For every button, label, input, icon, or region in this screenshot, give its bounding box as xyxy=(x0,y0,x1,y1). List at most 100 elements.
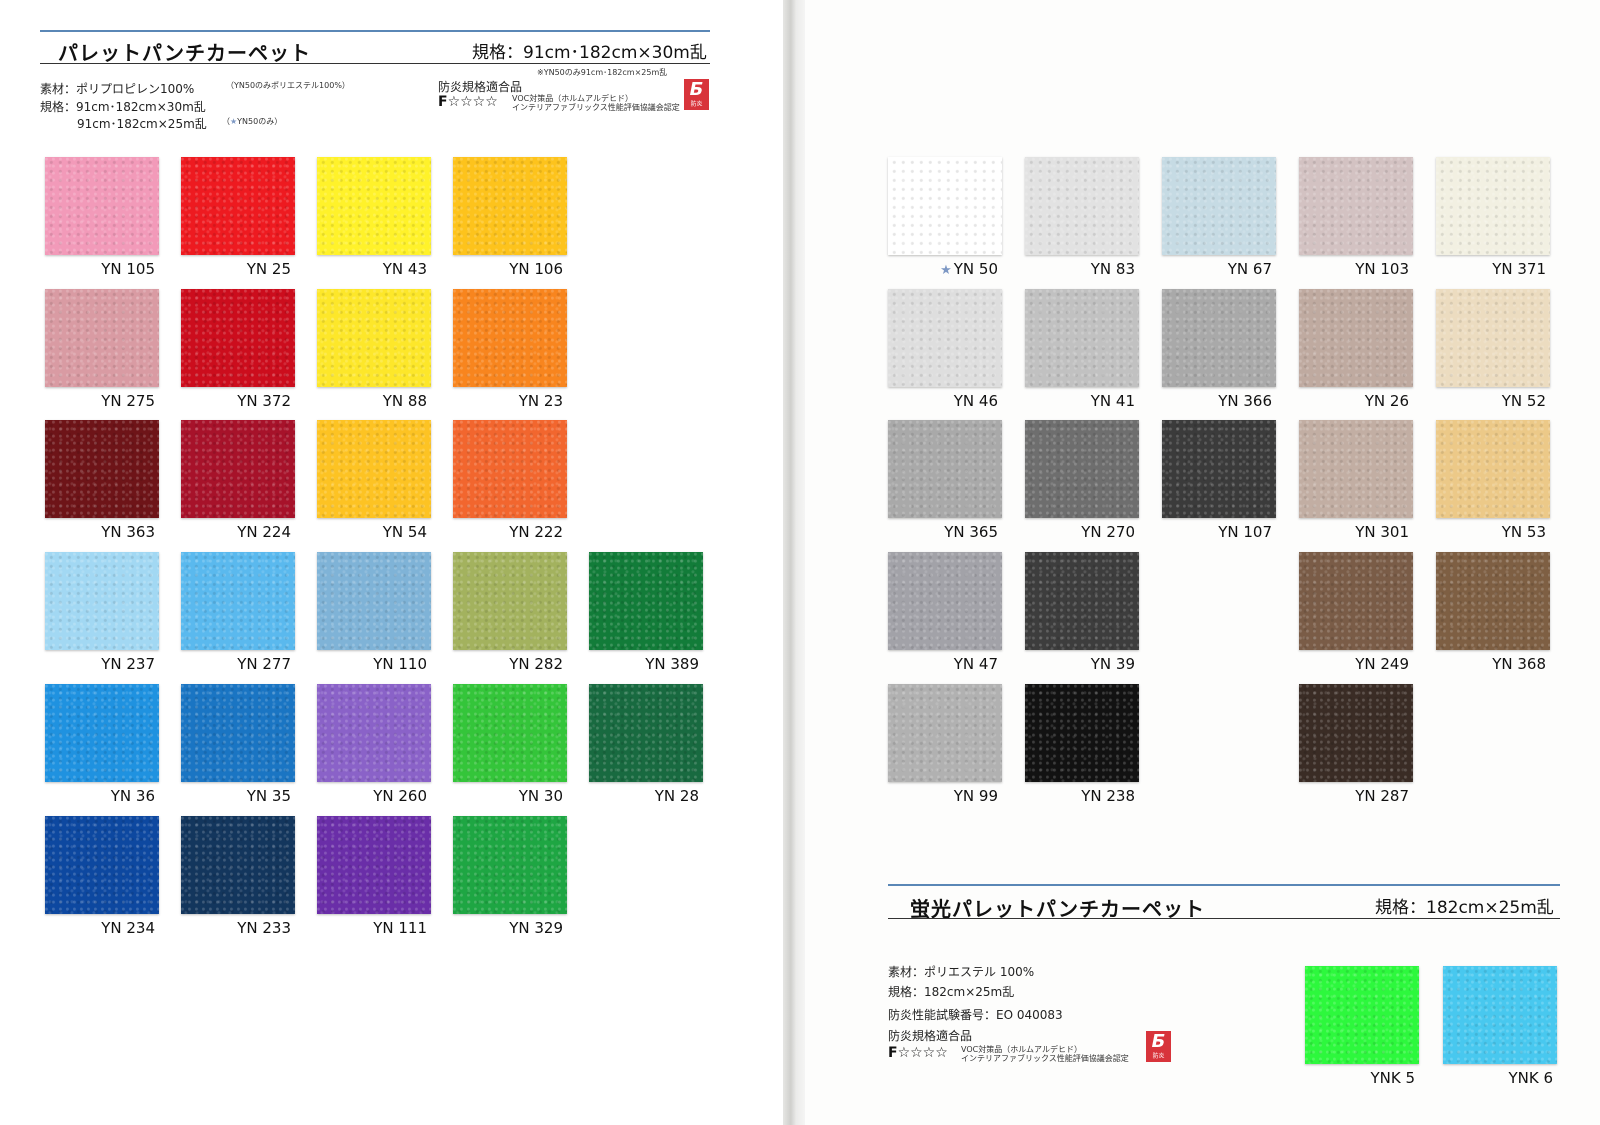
swatch-code-label: YN 35 xyxy=(161,787,291,805)
color-swatch xyxy=(1025,289,1139,387)
swatch-code-text: YN 371 xyxy=(1492,260,1546,278)
logo-caption: 防炎 xyxy=(690,101,703,108)
fire-label: 防炎規格適合品 xyxy=(438,80,523,94)
color-swatch xyxy=(1025,684,1139,782)
color-swatch xyxy=(453,289,567,387)
spec-heading: 規格：91cm･182cm×30m乱 xyxy=(472,43,707,63)
swatch-code-text: YN 28 xyxy=(654,787,699,805)
color-swatch xyxy=(1025,420,1139,518)
swatch-code-label: YN 39 xyxy=(1005,655,1135,673)
fluoro-voc-line-2: インテリアファブリックス性能評価協議会認定 xyxy=(961,1054,1129,1063)
swatch-code-label: YN 287 xyxy=(1279,787,1409,805)
swatch-code-label: YN 23 xyxy=(433,392,563,410)
color-swatch xyxy=(453,552,567,650)
color-swatch xyxy=(317,289,431,387)
swatch-code-label: YN 105 xyxy=(25,260,155,278)
color-swatch xyxy=(1299,420,1413,518)
catalog-spread: パレットパンチカーペット 規格：91cm･182cm×30m乱 ※YN50のみ9… xyxy=(0,0,1600,1125)
color-swatch xyxy=(1162,157,1276,255)
swatch-code-label: YN 25 xyxy=(161,260,291,278)
color-swatch xyxy=(1162,420,1276,518)
swatch-code-text: YNK 5 xyxy=(1370,1069,1415,1087)
size-note-rest: YN50のみ） xyxy=(237,117,283,126)
material-note: （YN50のみポリエステル100%） xyxy=(226,81,350,90)
color-swatch xyxy=(317,420,431,518)
swatch-code-text: YN 224 xyxy=(237,523,291,541)
swatch-code-text: YN 46 xyxy=(953,392,998,410)
swatch-code-label: YNK 5 xyxy=(1285,1069,1415,1087)
swatch-code-text: YN 50 xyxy=(953,260,998,278)
color-swatch xyxy=(317,157,431,255)
swatch-code-label: YN 282 xyxy=(433,655,563,673)
color-swatch xyxy=(453,684,567,782)
f-star-rating: F☆☆☆☆ xyxy=(438,94,498,110)
swatch-code-label: YN 46 xyxy=(868,392,998,410)
swatch-code-text: YN 41 xyxy=(1090,392,1135,410)
swatch-code-text: YN 83 xyxy=(1090,260,1135,278)
swatch-code-label: YN 54 xyxy=(297,523,427,541)
swatch-code-text: YN 363 xyxy=(101,523,155,541)
book-gutter xyxy=(783,0,805,1125)
color-swatch xyxy=(453,157,567,255)
swatch-code-text: YN 36 xyxy=(110,787,155,805)
swatch-code-label: YN 270 xyxy=(1005,523,1135,541)
size-line-1: 規格：91cm･182cm×30m乱 xyxy=(40,100,206,114)
swatch-code-label: YN 103 xyxy=(1279,260,1409,278)
color-swatch xyxy=(453,816,567,914)
fluoro-fire-label: 防炎規格適合品 xyxy=(888,1029,973,1043)
color-swatch xyxy=(453,420,567,518)
color-swatch xyxy=(1025,157,1139,255)
swatch-code-text: YN 372 xyxy=(237,392,291,410)
swatch-code-label: YN 277 xyxy=(161,655,291,673)
color-swatch xyxy=(45,420,159,518)
swatch-code-text: YNK 6 xyxy=(1508,1069,1553,1087)
swatch-code-label: YN 52 xyxy=(1416,392,1546,410)
swatch-code-text: YN 53 xyxy=(1501,523,1546,541)
color-swatch xyxy=(45,816,159,914)
swatch-code-text: YN 35 xyxy=(246,787,291,805)
swatch-code-text: YN 25 xyxy=(246,260,291,278)
size-note: （★YN50のみ） xyxy=(222,117,282,127)
color-swatch xyxy=(1436,552,1550,650)
fluoro-title-rule-bottom xyxy=(888,918,1560,919)
swatch-code-text: YN 23 xyxy=(518,392,563,410)
voc-line-2: インテリアファブリックス性能評価協議会認定 xyxy=(512,103,680,112)
swatch-code-text: YN 233 xyxy=(237,919,291,937)
fluoro-material: 素材：ポリエステル 100% xyxy=(888,965,1035,979)
swatch-code-label: YN 47 xyxy=(868,655,998,673)
swatch-code-label: YN 238 xyxy=(1005,787,1135,805)
swatch-code-text: YN 234 xyxy=(101,919,155,937)
color-swatch xyxy=(1299,289,1413,387)
swatch-code-label: YN 53 xyxy=(1416,523,1546,541)
swatch-code-label: YN 366 xyxy=(1142,392,1272,410)
swatch-code-text: YN 67 xyxy=(1227,260,1272,278)
swatch-code-label: YN 88 xyxy=(297,392,427,410)
swatch-code-text: YN 238 xyxy=(1081,787,1135,805)
swatch-code-text: YN 99 xyxy=(953,787,998,805)
color-swatch xyxy=(45,289,159,387)
fluoro-fire-retardant-logo-icon: Б 防炎 xyxy=(1146,1031,1171,1062)
title-rule-top xyxy=(40,30,710,32)
swatch-code-label: YN 365 xyxy=(868,523,998,541)
swatch-code-text: YN 30 xyxy=(518,787,563,805)
swatch-code-label: YN 106 xyxy=(433,260,563,278)
color-swatch xyxy=(1443,966,1557,1064)
color-swatch xyxy=(888,552,1002,650)
swatch-code-text: YN 329 xyxy=(509,919,563,937)
swatch-code-label: YN 260 xyxy=(297,787,427,805)
swatch-code-text: YN 270 xyxy=(1081,523,1135,541)
color-swatch xyxy=(1299,684,1413,782)
swatch-code-label: YN 372 xyxy=(161,392,291,410)
color-swatch xyxy=(317,684,431,782)
swatch-code-text: YN 282 xyxy=(509,655,563,673)
swatch-code-text: YN 106 xyxy=(509,260,563,278)
swatch-code-label: YN 237 xyxy=(25,655,155,673)
swatch-code-label: YN 371 xyxy=(1416,260,1546,278)
color-swatch xyxy=(589,684,703,782)
swatch-code-label: ★ YN 50 xyxy=(868,260,998,278)
fluoro-logo-caption: 防炎 xyxy=(1152,1053,1165,1060)
swatch-code-label: YN 110 xyxy=(297,655,427,673)
fluoro-test-number: 防炎性能試験番号：EO 040083 xyxy=(888,1008,1063,1022)
swatch-code-text: YN 366 xyxy=(1218,392,1272,410)
swatch-code-text: YN 43 xyxy=(382,260,427,278)
